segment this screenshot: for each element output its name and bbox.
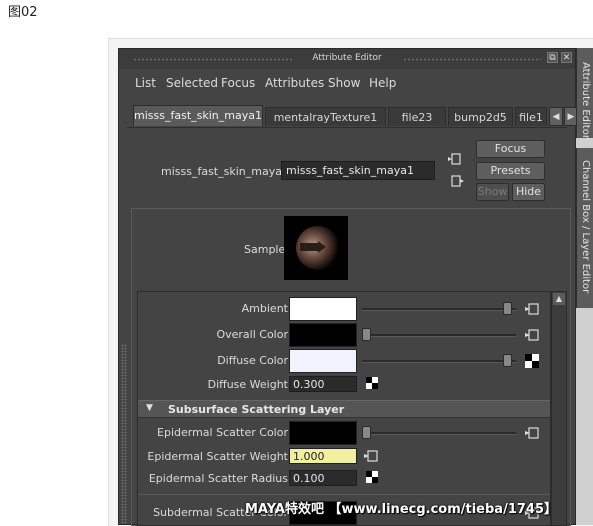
tab-bump2d5[interactable]: bump2d5	[448, 107, 513, 126]
menu-attributes[interactable]: Attributes	[265, 76, 324, 90]
epidermal-radius-field[interactable]: 0.100	[289, 470, 357, 486]
left-drag-handle[interactable]	[121, 344, 127, 524]
epidermal-weight-map-icon[interactable]	[364, 449, 378, 463]
title-grip-right	[403, 58, 541, 61]
presets-button[interactable]: Presets	[476, 162, 545, 180]
sss-layer-section-header[interactable]: ▼ Subsurface Scattering Layer	[138, 400, 550, 418]
side-tab-strip: Attribute Editor Channel Box / Layer Edi…	[576, 48, 593, 525]
menu-show[interactable]: Show	[328, 76, 360, 90]
epidermal-weight-field[interactable]: 1.000	[289, 448, 357, 464]
scroll-up-icon[interactable]: ▲	[553, 293, 565, 305]
ambient-slider[interactable]	[362, 308, 516, 311]
diffuse-weight-label: Diffuse Weight	[207, 378, 288, 391]
epidermal-color-slider[interactable]	[362, 432, 516, 435]
node-name-label: misss_fast_skin_maya:	[161, 165, 286, 178]
ambient-color-swatch[interactable]	[289, 297, 357, 321]
hide-button[interactable]: Hide	[512, 183, 545, 201]
watermark: MAYA特效吧 【www.linecg.com/tieba/1745】	[245, 502, 558, 517]
menu-bar: List Selected Focus Attributes Show Help	[119, 69, 575, 95]
epidermal-radius-checker-icon[interactable]	[366, 471, 378, 483]
float-icon[interactable]: ⧉	[547, 52, 558, 63]
diffuse-color-slider-knob[interactable]	[502, 354, 512, 367]
attribute-scrollbar[interactable]: ▲	[551, 291, 567, 526]
menu-focus[interactable]: Focus	[221, 76, 255, 90]
side-tab-channel-box-label: Channel Box / Layer Editor	[580, 160, 591, 294]
epidermal-color-slider-knob[interactable]	[362, 426, 371, 439]
tab-scroll-left-icon[interactable]: ◀	[549, 107, 563, 126]
sample-label: Sample	[244, 243, 286, 256]
epidermal-color-map-icon[interactable]	[525, 426, 539, 440]
diffuse-color-label: Diffuse Color	[217, 354, 288, 367]
overall-color-map-icon[interactable]	[525, 328, 539, 342]
tab-misss-fast-skin[interactable]: misss_fast_skin_maya1	[133, 105, 263, 126]
side-tab-attribute-editor[interactable]: Attribute Editor	[576, 48, 593, 139]
output-connection-icon[interactable]	[451, 174, 465, 188]
ambient-map-icon[interactable]	[525, 302, 539, 316]
node-tabs: misss_fast_skin_maya1 mentalrayTexture1 …	[127, 105, 578, 128]
figure-caption: 图02	[8, 5, 38, 20]
collapse-arrow-icon[interactable]: ▼	[146, 403, 153, 413]
show-button[interactable]: Show	[476, 183, 509, 201]
tab-file1[interactable]: file1	[515, 107, 547, 126]
tab-mentalray-texture[interactable]: mentalrayTexture1	[265, 107, 386, 126]
diffuse-color-checker-icon[interactable]	[525, 354, 539, 368]
epidermal-radius-label: Epidermal Scatter Radius	[148, 472, 288, 485]
menu-selected[interactable]: Selected	[166, 76, 218, 90]
node-name-field[interactable]: misss_fast_skin_maya1	[281, 161, 435, 180]
overall-color-swatch[interactable]	[289, 323, 357, 347]
diffuse-color-slider[interactable]	[362, 360, 516, 363]
diffuse-color-swatch[interactable]	[289, 349, 357, 373]
close-icon[interactable]: ✕	[561, 52, 572, 63]
material-sample-swatch[interactable]	[284, 216, 348, 280]
title-bar[interactable]: Attribute Editor ⧉ ✕	[119, 49, 575, 70]
diffuse-weight-checker-icon[interactable]	[366, 377, 378, 389]
overall-color-slider[interactable]	[362, 334, 516, 337]
overall-color-label: Overall Color	[216, 328, 288, 341]
side-tab-channel-box[interactable]: Channel Box / Layer Editor	[576, 148, 593, 308]
epidermal-color-swatch[interactable]	[289, 421, 357, 445]
menu-help[interactable]: Help	[369, 76, 396, 90]
attribute-panel: Ambient Overall Color Diffuse Color Diff…	[137, 291, 551, 526]
overall-color-slider-knob[interactable]	[362, 328, 371, 341]
ambient-label: Ambient	[241, 302, 288, 315]
attribute-editor-window: Attribute Editor ⧉ ✕ List Selected Focus…	[118, 48, 578, 526]
input-connection-icon[interactable]	[447, 152, 461, 166]
sss-layer-title: Subsurface Scattering Layer	[168, 403, 345, 416]
epidermal-weight-label: Epidermal Scatter Weight	[147, 450, 288, 463]
group-divider	[138, 494, 550, 495]
focus-button[interactable]: Focus	[476, 140, 545, 158]
menu-list[interactable]: List	[135, 76, 156, 90]
diffuse-weight-field[interactable]: 0.300	[289, 376, 357, 392]
ambient-slider-knob[interactable]	[502, 302, 512, 315]
epidermal-color-label: Epidermal Scatter Color	[157, 426, 288, 439]
tab-file23[interactable]: file23	[388, 107, 446, 126]
side-tab-attribute-editor-label: Attribute Editor	[580, 62, 591, 139]
